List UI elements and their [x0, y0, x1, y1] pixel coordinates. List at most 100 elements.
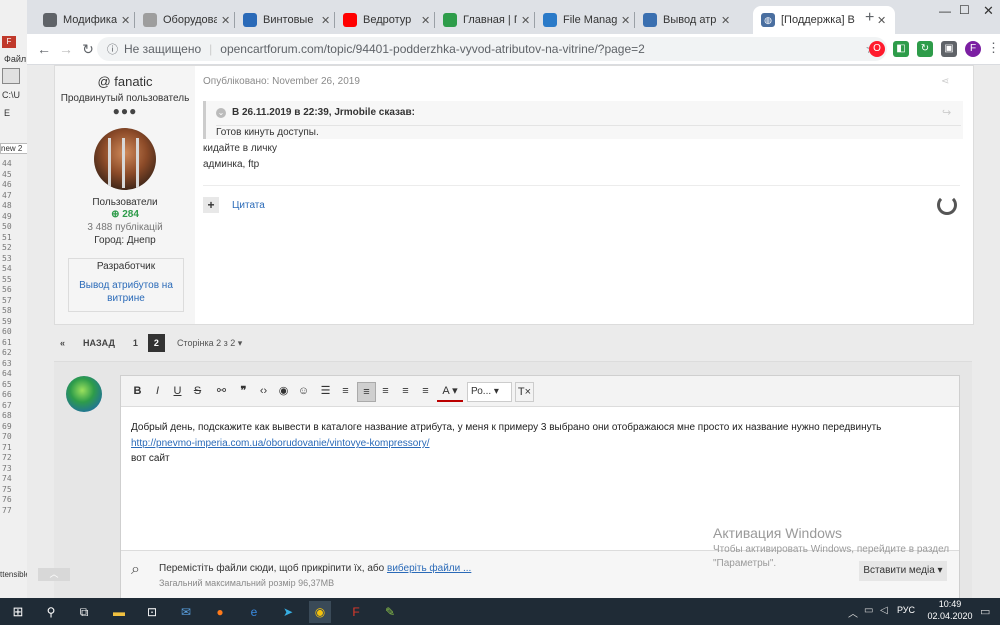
edge-icon[interactable]: e: [243, 601, 265, 623]
opera-icon[interactable]: O: [869, 41, 885, 57]
file-tab[interactable]: new 2: [0, 143, 30, 154]
tab-bar: Модификаторы ✕ Оборудование ✕ Винтовые комп ✕…: [27, 0, 1000, 34]
scroll-top-button[interactable]: ︿: [38, 568, 70, 581]
close-icon[interactable]: ✕: [421, 14, 433, 27]
editor-text[interactable]: Добрый день, подскажите как вывести в ка…: [131, 422, 949, 433]
code-icon[interactable]: ‹›: [255, 382, 272, 400]
clock-date[interactable]: 02.04.2020: [922, 611, 978, 621]
profile-avatar[interactable]: F: [965, 41, 981, 57]
italic-button[interactable]: I: [149, 382, 166, 400]
minimize-button[interactable]: —: [939, 4, 951, 18]
first-page-button[interactable]: «: [54, 334, 72, 352]
numbered-list-icon[interactable]: ≡: [337, 382, 354, 400]
extension-refresh-icon[interactable]: ↻: [917, 41, 933, 57]
info-icon[interactable]: ⓘ: [107, 41, 118, 57]
task-view-icon[interactable]: ⧉: [73, 601, 95, 623]
page-link[interactable]: 1: [127, 334, 144, 352]
plus-icon: ⊕: [111, 209, 120, 220]
page-jump-dropdown[interactable]: Сторінка 2 з 2 ▾: [177, 338, 242, 349]
menu-dots-icon[interactable]: ⋮: [987, 40, 1000, 56]
bold-button[interactable]: B: [129, 382, 146, 400]
close-icon[interactable]: ✕: [877, 14, 889, 27]
search-icon[interactable]: ⚲: [40, 601, 62, 623]
notepad-icon[interactable]: ✎: [379, 601, 401, 623]
reaction-icon[interactable]: [937, 195, 957, 215]
forward-icon[interactable]: →: [57, 40, 75, 58]
chevron-down-icon[interactable]: ⌄: [216, 108, 226, 118]
spoiler-eye-icon[interactable]: ◉: [275, 382, 292, 400]
editor-link[interactable]: http://pnevmo-imperia.com.ua/oborudovani…: [131, 438, 429, 449]
windows-start-icon[interactable]: ⊞: [7, 601, 29, 623]
extension-lock-icon[interactable]: ▣: [941, 41, 957, 57]
badge-link[interactable]: Вывод атрибутов на витрине: [69, 279, 183, 305]
reload-icon[interactable]: ↻: [79, 40, 97, 58]
extension-green-icon[interactable]: ◧: [893, 41, 909, 57]
editor-text[interactable]: вот сайт: [131, 453, 170, 464]
close-window-button[interactable]: ✕: [983, 3, 994, 19]
menu-edit[interactable]: E: [4, 108, 10, 118]
user-avatar[interactable]: [66, 376, 102, 412]
tab[interactable]: Модификаторы ✕: [35, 6, 133, 34]
language-indicator[interactable]: РУС: [897, 605, 915, 615]
close-icon[interactable]: ✕: [121, 14, 133, 27]
chrome-icon[interactable]: ◉: [309, 601, 331, 623]
file-explorer-icon[interactable]: ▬: [108, 601, 130, 623]
network-icon[interactable]: ▭: [864, 605, 873, 616]
link-icon[interactable]: ⚯: [213, 382, 230, 400]
tab[interactable]: File Manager - ✕: [535, 6, 633, 34]
strikethrough-button[interactable]: S: [189, 382, 206, 400]
firefox-icon[interactable]: ●: [209, 601, 231, 623]
avatar[interactable]: [94, 128, 156, 190]
volume-icon[interactable]: ◁: [880, 605, 888, 616]
align-center-icon[interactable]: ≡: [377, 382, 394, 400]
author-name[interactable]: @ fanatic: [55, 74, 195, 89]
page-current[interactable]: 2: [147, 334, 165, 352]
emoji-icon[interactable]: ☺: [295, 382, 312, 400]
align-right-icon[interactable]: ≡: [397, 382, 414, 400]
tray-arrow-icon[interactable]: ︿: [848, 605, 858, 620]
address-bar[interactable]: ⓘ Не защищено | opencartforum.com/topic/…: [97, 37, 887, 61]
tab[interactable]: Вывод атрибут ✕: [635, 6, 733, 34]
store-icon[interactable]: ⊡: [141, 601, 163, 623]
multiquote-plus-button[interactable]: +: [203, 197, 219, 213]
close-icon[interactable]: ✕: [321, 14, 333, 27]
choose-files-link[interactable]: виберіть файли ...: [387, 563, 471, 574]
claw-shape: [136, 138, 139, 188]
align-left-icon[interactable]: ≡: [357, 382, 376, 402]
close-icon[interactable]: ✕: [521, 14, 533, 27]
quote-button[interactable]: Цитата: [232, 200, 265, 211]
close-icon[interactable]: ✕: [721, 14, 733, 27]
font-dropdown-label: Ро...: [471, 386, 492, 397]
quote-link-icon[interactable]: ↪: [942, 106, 951, 119]
telegram-icon[interactable]: ➤: [277, 601, 299, 623]
filezilla-icon[interactable]: F: [345, 601, 367, 623]
notifications-icon[interactable]: ▭: [980, 605, 990, 618]
align-justify-icon[interactable]: ≡: [417, 382, 434, 400]
tab[interactable]: Ведротур ✕: [335, 6, 433, 34]
menu-file[interactable]: Файл: [4, 54, 26, 64]
font-color-dropdown[interactable]: A ▾: [437, 382, 463, 402]
maximize-button[interactable]: ☐: [959, 3, 970, 17]
underline-button[interactable]: U: [169, 382, 186, 400]
url-text[interactable]: opencartforum.com/topic/94401-podderzhka…: [220, 42, 645, 56]
new-tab-button[interactable]: +: [865, 9, 874, 27]
tab-separator: [434, 12, 435, 28]
badge-title: Разработчик: [96, 261, 156, 272]
share-icon[interactable]: ⋖: [941, 76, 949, 87]
remove-format-icon[interactable]: T×: [515, 382, 534, 402]
mail-icon[interactable]: ✉: [175, 601, 197, 623]
font-dropdown[interactable]: Ро... ▾: [467, 382, 512, 402]
close-icon[interactable]: ✕: [221, 14, 233, 27]
tab[interactable]: Оборудование ✕: [135, 6, 233, 34]
clock-time[interactable]: 10:49: [930, 599, 970, 609]
quote-icon[interactable]: ❞: [235, 382, 252, 400]
prev-button[interactable]: НАЗАД: [75, 334, 123, 352]
tab-title: Главная | Пане: [463, 14, 517, 26]
close-icon[interactable]: ✕: [621, 14, 633, 27]
bullet-list-icon[interactable]: ☰: [317, 382, 334, 400]
back-icon[interactable]: ←: [35, 40, 53, 58]
tab[interactable]: Винтовые комп ✕: [235, 6, 333, 34]
toolbar-icon[interactable]: [2, 68, 20, 84]
tab[interactable]: Главная | Пане ✕: [435, 6, 533, 34]
not-secure-label: Не защищено: [124, 42, 202, 56]
